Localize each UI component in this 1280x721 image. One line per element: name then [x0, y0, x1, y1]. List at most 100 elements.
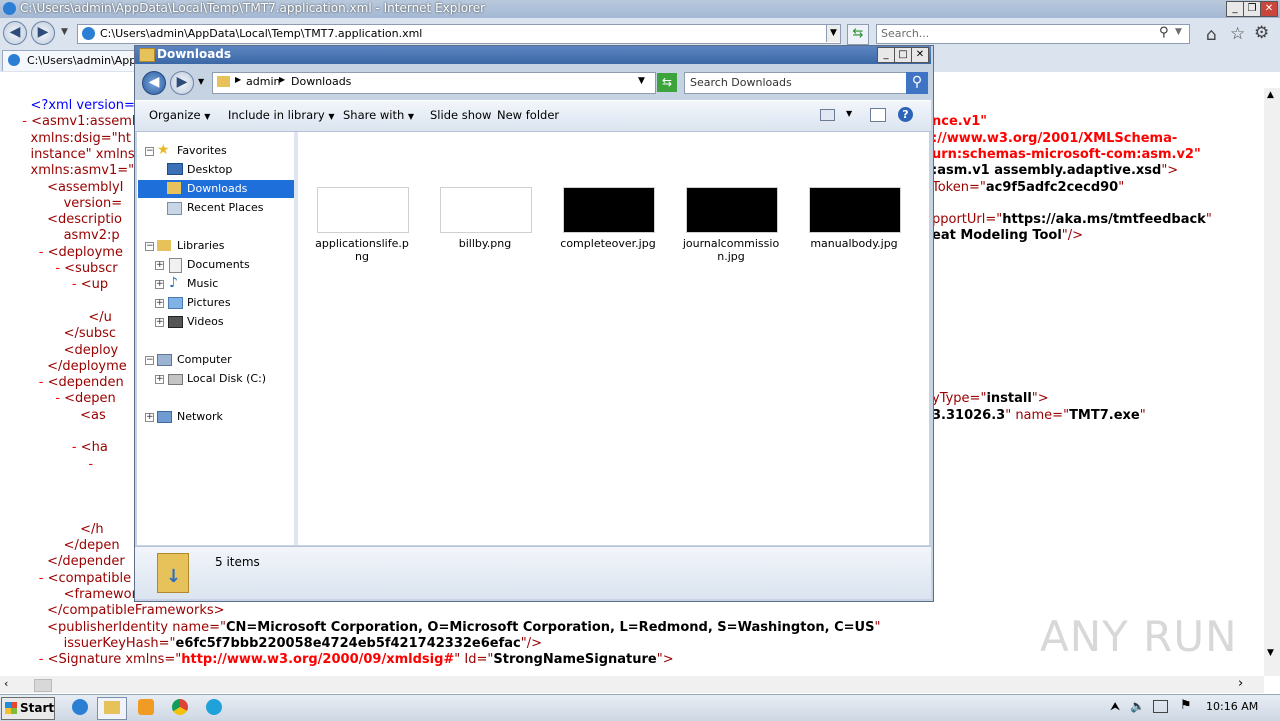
- volume-icon[interactable]: 🔈: [1130, 699, 1145, 713]
- explorer-refresh-icon[interactable]: ⇆: [657, 73, 677, 92]
- scroll-down-icon[interactable]: ▼: [1267, 648, 1274, 658]
- restore-button[interactable]: ❐: [1243, 1, 1261, 17]
- file-thumbnail[interactable]: [563, 187, 655, 233]
- nav-desktop[interactable]: Desktop: [187, 163, 232, 176]
- organize-menu[interactable]: Organize ▼: [149, 108, 210, 122]
- address-dropdown-icon[interactable]: ▼: [826, 25, 840, 42]
- address-bar[interactable]: C:\Users\admin\AppData\Local\Temp\TMT7.a…: [77, 24, 841, 44]
- xml-collapse-toggle[interactable]: -: [39, 571, 48, 586]
- nav-documents[interactable]: Documents: [187, 258, 250, 271]
- collapse-favorites-icon[interactable]: −: [145, 147, 154, 156]
- file-name[interactable]: journalcommission.jpg: [681, 237, 781, 263]
- taskbar-ie-icon[interactable]: [66, 697, 94, 718]
- minimize-button[interactable]: _: [1226, 1, 1244, 17]
- xml-collapse-toggle[interactable]: -: [22, 114, 31, 129]
- include-in-library-menu[interactable]: Include in library ▼: [228, 108, 334, 122]
- change-view-icon[interactable]: [820, 109, 835, 121]
- recent-pages-icon[interactable]: ▼: [198, 77, 204, 86]
- file-thumbnail[interactable]: [809, 187, 901, 233]
- explorer-search-box[interactable]: Search Downloads: [684, 72, 908, 94]
- clock[interactable]: 10:16 AM: [1206, 700, 1258, 713]
- expand-network-icon[interactable]: +: [145, 413, 154, 422]
- forward-button[interactable]: ▶: [31, 21, 55, 45]
- nav-network[interactable]: Network: [177, 410, 223, 423]
- favorites-star-icon[interactable]: ☆: [1230, 24, 1245, 44]
- search-icon[interactable]: ⚲: [1159, 25, 1169, 40]
- collapse-libraries-icon[interactable]: −: [145, 242, 154, 251]
- file-thumbnail[interactable]: [686, 187, 778, 233]
- file-thumbnail[interactable]: [440, 187, 532, 233]
- file-name[interactable]: applicationslife.png: [312, 237, 412, 263]
- nav-local-disk[interactable]: Local Disk (C:): [187, 372, 266, 385]
- explorer-maximize-button[interactable]: □: [894, 47, 912, 63]
- xml-collapse-toggle[interactable]: -: [55, 261, 64, 276]
- explorer-close-button[interactable]: ✕: [911, 47, 929, 63]
- address-dropdown-icon[interactable]: ▼: [638, 76, 645, 86]
- expand-documents-icon[interactable]: +: [155, 261, 164, 270]
- file-name[interactable]: manualbody.jpg: [804, 237, 904, 250]
- explorer-forward-button[interactable]: ▶: [170, 71, 194, 95]
- tools-gear-icon[interactable]: ⚙: [1254, 23, 1269, 43]
- close-button[interactable]: ✕: [1260, 1, 1278, 17]
- breadcrumb-admin[interactable]: admin: [246, 75, 280, 88]
- explorer-search-icon[interactable]: ⚲: [906, 72, 928, 94]
- expand-local-disk-icon[interactable]: +: [155, 375, 164, 384]
- view-dropdown-icon[interactable]: ▼: [846, 109, 852, 118]
- explorer-minimize-button[interactable]: _: [877, 47, 895, 63]
- nav-pictures[interactable]: Pictures: [187, 296, 231, 309]
- xml-collapse-toggle[interactable]: -: [72, 277, 81, 292]
- expand-videos-icon[interactable]: +: [155, 318, 164, 327]
- scroll-up-icon[interactable]: ▲: [1267, 90, 1274, 100]
- home-icon[interactable]: ⌂: [1206, 25, 1217, 45]
- xml-collapse-toggle[interactable]: -: [39, 375, 48, 390]
- file-thumbnail[interactable]: [317, 187, 409, 233]
- expand-pictures-icon[interactable]: +: [155, 299, 164, 308]
- network-tray-icon[interactable]: [1153, 700, 1168, 713]
- navigation-pane: − ★ Favorites Desktop Downloads Recent P…: [137, 132, 294, 545]
- tray-arrow-icon[interactable]: ⮝: [1110, 699, 1120, 714]
- ie-tab[interactable]: C:\Users\admin\AppData...: [2, 50, 136, 71]
- taskbar-edge-icon[interactable]: [200, 697, 228, 718]
- collapse-computer-icon[interactable]: −: [145, 356, 154, 365]
- address-folder-icon: [217, 76, 230, 87]
- history-dropdown-icon[interactable]: ▼: [61, 27, 68, 37]
- taskbar-media-player-icon[interactable]: [132, 697, 160, 718]
- hscroll-thumb[interactable]: [34, 679, 52, 692]
- slide-show-button[interactable]: Slide show: [430, 108, 491, 122]
- xml-collapse-toggle[interactable]: -: [72, 440, 81, 455]
- scroll-right-icon[interactable]: ›: [1238, 676, 1243, 691]
- taskbar-chrome-icon[interactable]: [166, 697, 194, 718]
- search-dropdown-icon[interactable]: ▼: [1175, 27, 1182, 37]
- xml-collapse-toggle[interactable]: -: [55, 391, 64, 406]
- explorer-address-bar[interactable]: ▶ admin ▶ Downloads ▼: [212, 72, 656, 94]
- taskbar-explorer-icon[interactable]: [97, 697, 127, 720]
- scroll-left-icon[interactable]: ‹: [4, 677, 8, 690]
- nav-downloads[interactable]: Downloads: [187, 182, 247, 195]
- new-folder-button[interactable]: New folder: [497, 108, 559, 122]
- flag-icon[interactable]: ⚑: [1180, 698, 1192, 713]
- share-with-menu[interactable]: Share with ▼: [343, 108, 414, 122]
- ie-search-box[interactable]: Search... ⚲ ▼: [876, 24, 1190, 44]
- xml-collapse-toggle[interactable]: -: [39, 245, 48, 260]
- nav-recent-places[interactable]: Recent Places: [187, 201, 264, 214]
- start-button[interactable]: Start: [1, 697, 55, 720]
- preview-pane-icon[interactable]: [870, 108, 886, 122]
- nav-favorites[interactable]: Favorites: [177, 144, 227, 157]
- refresh-icon[interactable]: ⇆: [847, 24, 869, 45]
- file-name[interactable]: billby.png: [435, 237, 535, 250]
- back-button[interactable]: ◀: [3, 21, 27, 45]
- expand-music-icon[interactable]: +: [155, 280, 164, 289]
- xml-fragment: Token=": [932, 179, 986, 195]
- xml-collapse-toggle[interactable]: -: [39, 652, 48, 667]
- breadcrumb-downloads[interactable]: Downloads: [291, 75, 351, 88]
- help-icon[interactable]: ?: [898, 107, 913, 122]
- horizontal-scrollbar[interactable]: ‹ ›: [0, 676, 1264, 693]
- explorer-back-button[interactable]: ◀: [142, 71, 166, 95]
- file-name[interactable]: completeover.jpg: [558, 237, 658, 250]
- nav-libraries[interactable]: Libraries: [177, 239, 225, 252]
- xml-collapse-toggle[interactable]: -: [88, 457, 97, 472]
- nav-music[interactable]: Music: [187, 277, 218, 290]
- vertical-scrollbar[interactable]: ▲ ▼: [1264, 88, 1280, 676]
- nav-videos[interactable]: Videos: [187, 315, 224, 328]
- nav-computer[interactable]: Computer: [177, 353, 232, 366]
